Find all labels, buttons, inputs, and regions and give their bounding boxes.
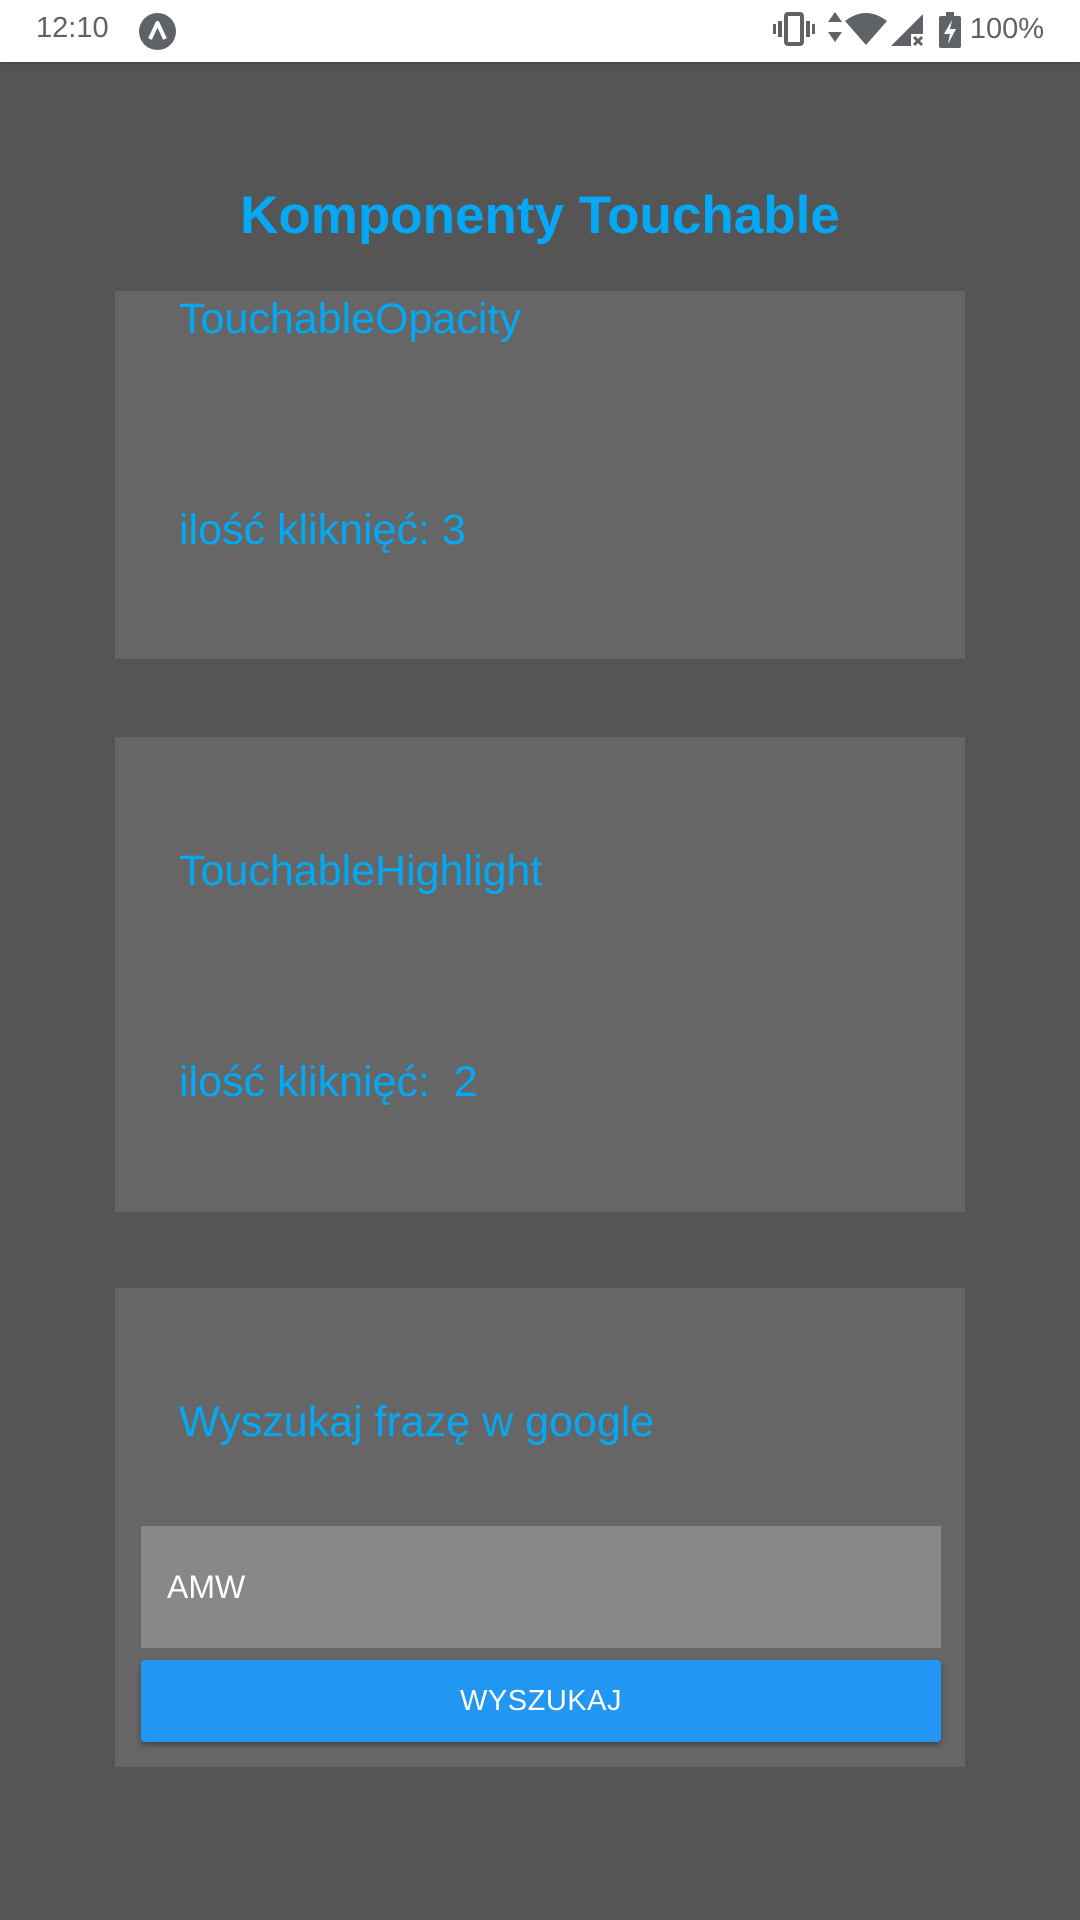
touchable-opacity-card[interactable]: TouchableOpacity ilość kliknięć: 3 bbox=[115, 291, 965, 659]
battery-percentage: 100% bbox=[969, 13, 1044, 45]
search-label: Wyszukaj frazę w google bbox=[179, 1398, 655, 1446]
touchable-opacity-label: TouchableOpacity bbox=[179, 295, 521, 343]
expo-caret-icon bbox=[139, 13, 176, 50]
touchable-highlight-label: TouchableHighlight bbox=[179, 847, 543, 895]
highlight-click-count: ilość kliknięć: 2 bbox=[179, 1058, 478, 1106]
search-button[interactable]: WYSZUKAJ bbox=[141, 1660, 941, 1742]
status-bar: 12:10 100% bbox=[0, 0, 1080, 62]
touchable-highlight-card[interactable]: TouchableHighlight ilość kliknięć: 2 bbox=[115, 737, 965, 1212]
status-time: 12:10 bbox=[36, 12, 109, 44]
search-input[interactable] bbox=[141, 1526, 941, 1648]
opacity-click-count: ilość kliknięć: 3 bbox=[179, 506, 466, 554]
google-search-card: Wyszukaj frazę w google WYSZUKAJ bbox=[115, 1288, 965, 1767]
page-title: Komponenty Touchable bbox=[240, 186, 840, 245]
